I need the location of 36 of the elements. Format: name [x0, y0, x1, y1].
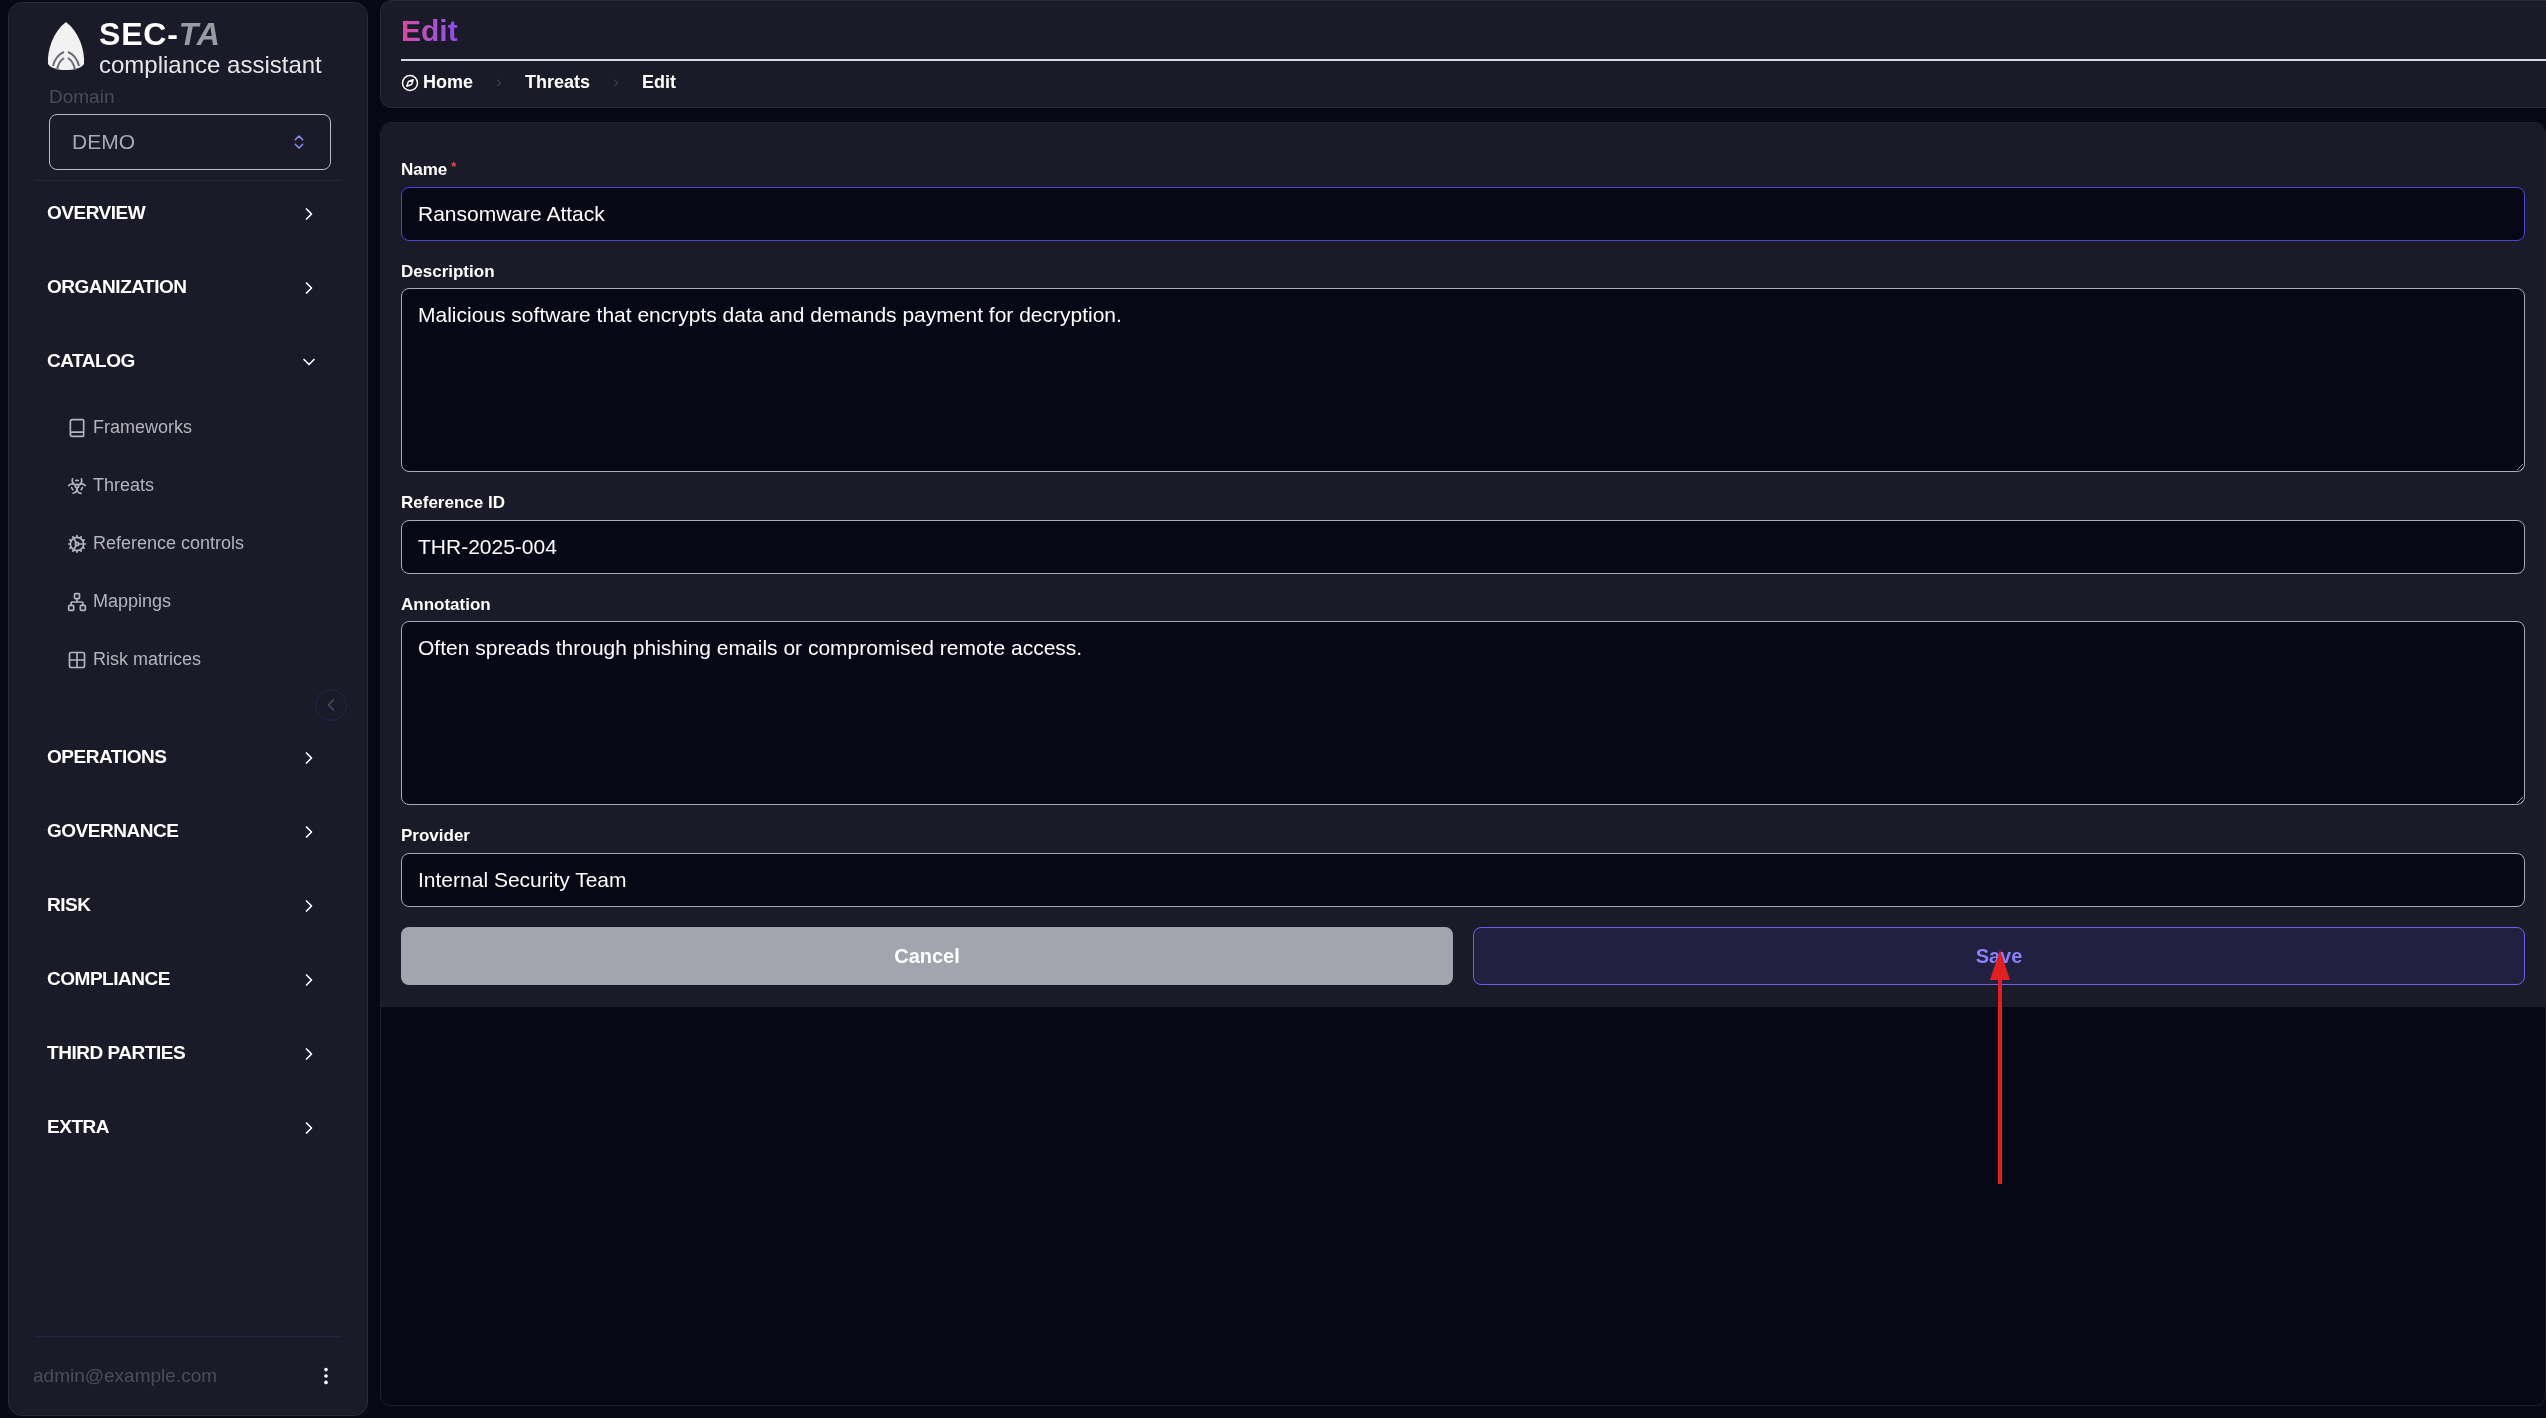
nav-section[interactable]: RISK: [47, 868, 329, 943]
field-label: Reference ID: [401, 492, 506, 514]
compass-icon: [401, 73, 419, 92]
text-area[interactable]: Often spreads through phishing emails or compromised remote access.: [401, 621, 2525, 805]
nav-section[interactable]: ORGANIZATION: [47, 250, 329, 325]
text-input[interactable]: THR-2025-004: [401, 519, 2525, 574]
nav-item[interactable]: Frameworks: [47, 398, 329, 457]
domain-select[interactable]: DEMO: [49, 113, 331, 170]
breadcrumb-link[interactable]: Threats: [525, 69, 591, 96]
nav-section[interactable]: CATALOG: [47, 324, 329, 399]
breadcrumb-link[interactable]: Home: [401, 69, 473, 96]
nav-section[interactable]: EXTRA: [47, 1090, 329, 1165]
field-label: Annotation: [401, 593, 492, 616]
field-label: Description: [401, 260, 496, 283]
nav-section[interactable]: THIRD PARTIES: [47, 1016, 329, 1091]
network-icon: [67, 591, 87, 612]
book-icon: [67, 417, 87, 438]
nav-section[interactable]: OVERVIEW: [47, 176, 329, 251]
nav-item[interactable]: Risk matrices: [47, 630, 329, 689]
nav-item[interactable]: Threats: [47, 456, 329, 515]
breadcrumb-link[interactable]: Edit: [642, 69, 677, 96]
brand-title: SEC-TA: [99, 17, 222, 51]
field-label: Name *: [401, 158, 458, 181]
nav-section[interactable]: OPERATIONS: [47, 720, 329, 795]
text-input[interactable]: Ransomware Attack: [401, 186, 2525, 241]
text-input[interactable]: Internal Security Team: [401, 852, 2525, 907]
gear-icon: [67, 533, 87, 554]
field-label: Provider: [401, 825, 471, 847]
nav-item[interactable]: Reference controls: [47, 514, 329, 573]
nav-section[interactable]: GOVERNANCE: [47, 794, 329, 869]
biohazard-icon: [67, 475, 87, 496]
text-area[interactable]: Malicious software that encrypts data and demands payment for decryption.: [401, 288, 2525, 472]
grid-icon: [67, 649, 87, 670]
brand-subtitle: compliance assistant: [99, 51, 322, 79]
nav-section[interactable]: COMPLIANCE: [47, 942, 329, 1017]
nav-item[interactable]: Mappings: [47, 572, 329, 631]
